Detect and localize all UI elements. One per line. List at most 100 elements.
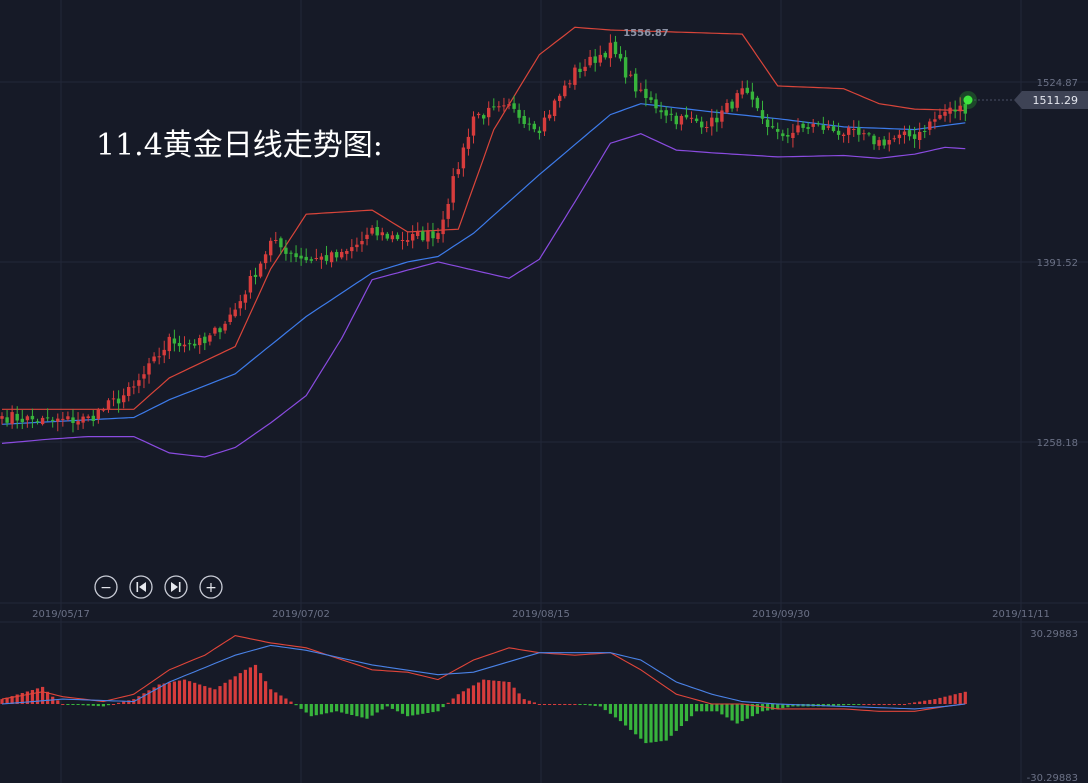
- macd-histogram-bar: [872, 704, 876, 705]
- macd-histogram-bar: [517, 693, 521, 704]
- macd-histogram-bar: [659, 704, 663, 742]
- macd-histogram-bar: [918, 701, 922, 704]
- macd-histogram-bar: [431, 704, 435, 713]
- macd-histogram-bar: [416, 704, 420, 715]
- macd-histogram-bar: [238, 673, 242, 704]
- candle-body: [20, 418, 24, 423]
- candle-body: [71, 417, 75, 423]
- macd-histogram-bar: [66, 704, 70, 705]
- macd-histogram-bar: [345, 704, 349, 714]
- macd-histogram-bar: [421, 704, 425, 714]
- macd-histogram-bar: [274, 692, 278, 704]
- candle-body: [193, 343, 197, 346]
- candle-body: [573, 67, 577, 85]
- macd-histogram-bar: [350, 704, 354, 715]
- macd-histogram-bar: [111, 704, 116, 705]
- macd-histogram-bar: [588, 704, 592, 706]
- candle-body: [852, 129, 856, 130]
- macd-histogram-bar: [532, 702, 536, 704]
- candle-body: [831, 126, 836, 131]
- macd-histogram-bar: [269, 689, 273, 704]
- candle-body: [253, 274, 258, 277]
- macd-histogram-bar: [122, 701, 126, 704]
- candle-body: [5, 417, 9, 423]
- candle-body: [664, 110, 668, 116]
- candle-body: [304, 256, 308, 261]
- candle-body: [629, 74, 633, 76]
- candle-body: [669, 113, 673, 115]
- macd-histogram-bar: [745, 704, 749, 719]
- candle-body: [400, 240, 405, 241]
- macd-histogram-bar: [700, 704, 704, 712]
- macd-histogram-bar: [56, 700, 60, 704]
- macd-histogram-bar: [928, 699, 932, 704]
- macd-histogram-bar: [558, 704, 562, 705]
- candle-body: [502, 105, 506, 107]
- x-tick-label: 2019/11/11: [992, 609, 1050, 620]
- candle-body: [208, 335, 212, 342]
- candle-body: [56, 418, 60, 422]
- macd-histogram-bar: [177, 680, 182, 704]
- macd-histogram-bar: [654, 704, 658, 742]
- macd-histogram-bar: [649, 704, 653, 743]
- macd-histogram-bar: [248, 667, 252, 704]
- macd-histogram-bar: [887, 704, 891, 705]
- candle-body: [928, 121, 932, 130]
- macd-histogram-bar: [41, 686, 45, 704]
- candle-body: [157, 356, 161, 358]
- candle-body: [634, 73, 638, 92]
- macd-histogram-bar: [101, 704, 105, 707]
- candle-body: [507, 104, 511, 106]
- candle-body: [710, 117, 714, 127]
- macd-histogram-bar: [446, 702, 450, 704]
- candle-body: [411, 234, 415, 241]
- candle-body: [933, 119, 937, 122]
- macd-histogram-bar: [299, 704, 303, 709]
- macd-histogram-bar: [477, 682, 481, 704]
- candle-body: [522, 116, 526, 124]
- candle-body: [238, 301, 242, 309]
- candle-body: [111, 398, 116, 400]
- candle-body: [623, 57, 628, 78]
- candle-body: [436, 233, 440, 239]
- macd-histogram-bar: [259, 673, 263, 704]
- macd-histogram-bar: [573, 704, 577, 705]
- macd-histogram-bar: [370, 704, 374, 716]
- candle-body: [608, 42, 613, 59]
- macd-histogram-bar: [689, 704, 694, 717]
- macd-histogram-bar: [360, 704, 364, 718]
- macd-histogram-bar: [502, 681, 506, 704]
- candle-body: [943, 111, 947, 116]
- candle-body: [593, 56, 597, 63]
- macd-histogram-bar: [304, 704, 308, 713]
- candle-body: [76, 421, 80, 425]
- candle-body: [228, 314, 232, 322]
- candle-body: [223, 323, 227, 331]
- macd-histogram-bar: [441, 704, 445, 708]
- candle-body: [243, 294, 248, 303]
- candle-body: [476, 113, 481, 116]
- macd-histogram-bar: [548, 704, 552, 705]
- peak-price-label: 1556.87: [623, 28, 669, 39]
- macd-histogram-bar: [406, 704, 410, 717]
- macd-histogram-bar: [618, 704, 623, 722]
- candle-body: [826, 126, 831, 128]
- candle-body: [187, 343, 192, 345]
- candle-body: [568, 83, 572, 85]
- macd-histogram-bar: [309, 704, 313, 717]
- y-tick-label: 1524.87: [1037, 78, 1078, 89]
- candle-body: [958, 105, 962, 112]
- candle-body: [81, 416, 85, 423]
- candle-body: [740, 88, 744, 95]
- live-dot-icon: [963, 95, 973, 105]
- candle-body: [700, 121, 704, 128]
- candle-body: [892, 138, 896, 140]
- candle-body: [269, 240, 273, 256]
- macd-histogram-bar: [380, 704, 384, 710]
- candle-body: [527, 123, 531, 125]
- macd-histogram-bar: [664, 704, 668, 741]
- candle-body: [796, 125, 800, 133]
- candle-body: [603, 52, 607, 58]
- macd-histogram-bar: [897, 704, 901, 705]
- x-tick-label: 2019/07/02: [272, 609, 330, 620]
